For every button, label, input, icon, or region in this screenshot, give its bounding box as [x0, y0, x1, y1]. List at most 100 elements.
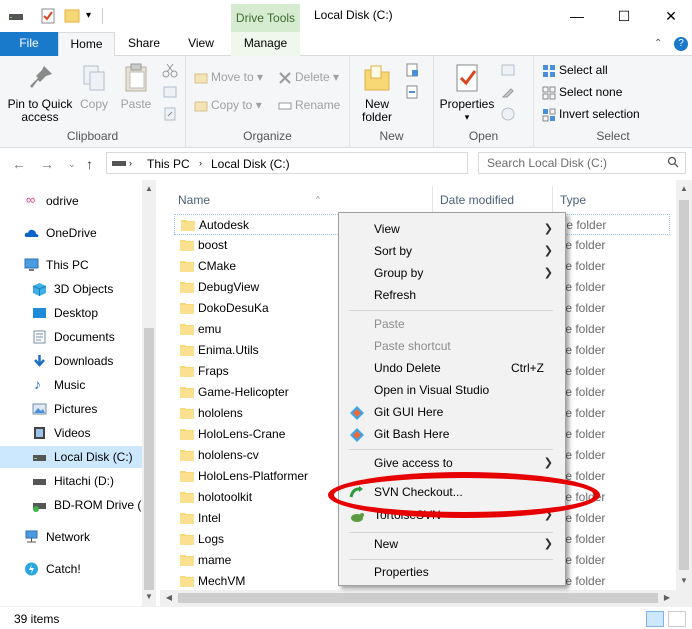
- invert-selection-button[interactable]: Invert selection: [542, 105, 640, 123]
- nav-item-bd-rom[interactable]: BD-ROM Drive (I: [0, 494, 142, 516]
- up-arrow-icon[interactable]: ↑: [86, 156, 93, 172]
- history-icon[interactable]: [500, 106, 516, 122]
- menu-item-undo-delete[interactable]: Undo Delete Ctrl+Z: [341, 357, 563, 379]
- open-icon[interactable]: [500, 62, 516, 78]
- forward-arrow-icon[interactable]: →: [40, 156, 54, 172]
- nav-item-documents[interactable]: Documents: [0, 326, 142, 348]
- paste-shortcut-icon[interactable]: [162, 106, 178, 122]
- menu-item-new[interactable]: New ❯: [341, 533, 563, 555]
- menu-item-properties[interactable]: Properties: [341, 561, 563, 583]
- column-separator[interactable]: [552, 186, 553, 212]
- nav-item-3d-objects[interactable]: 3D Objects: [0, 278, 142, 300]
- tab-share[interactable]: Share: [118, 32, 170, 56]
- menu-item-paste-shortcut[interactable]: Paste shortcut: [341, 335, 563, 357]
- nav-item-music[interactable]: ♪ Music: [0, 374, 142, 396]
- back-arrow-icon[interactable]: ←: [12, 156, 26, 172]
- column-header-date[interactable]: Date modified: [440, 186, 550, 214]
- easy-access-icon[interactable]: [404, 84, 420, 100]
- new-folder-button[interactable]: New folder: [356, 62, 398, 124]
- select-none-button[interactable]: Select none: [542, 83, 622, 101]
- quick-access-dropdown-icon[interactable]: ▾: [86, 8, 102, 24]
- select-all-button[interactable]: Select all: [542, 61, 608, 79]
- nav-item-onedrive[interactable]: OneDrive: [0, 222, 142, 244]
- properties-check-icon[interactable]: [40, 8, 56, 24]
- nav-item-hitachi-d[interactable]: Hitachi (D:): [0, 470, 142, 492]
- menu-item-svn-checkout[interactable]: SVN Checkout...: [341, 481, 563, 503]
- new-item-icon[interactable]: [404, 62, 420, 78]
- horizontal-scroll-thumb[interactable]: [178, 593, 658, 603]
- nav-item-downloads[interactable]: Downloads: [0, 350, 142, 372]
- nav-item-local-disk-c[interactable]: Local Disk (C:): [0, 446, 142, 468]
- large-icons-view-icon[interactable]: [668, 611, 686, 627]
- nav-item-odrive[interactable]: ∞ odrive: [0, 190, 142, 212]
- help-icon[interactable]: ?: [674, 37, 688, 51]
- cut-icon[interactable]: [162, 62, 178, 78]
- maximize-button[interactable]: ☐: [604, 4, 644, 28]
- menu-label: Paste shortcut: [374, 339, 451, 353]
- tab-home[interactable]: Home: [58, 32, 115, 57]
- scroll-up-icon[interactable]: ▲: [677, 182, 691, 196]
- nav-label: Catch!: [46, 562, 81, 576]
- nav-item-pictures[interactable]: Pictures: [0, 398, 142, 420]
- address-input[interactable]: › This PC › Local Disk (C:) ⌄ ↻: [106, 152, 569, 174]
- rename-button[interactable]: Rename: [278, 96, 340, 114]
- breadcrumb-chevron-icon[interactable]: ›: [129, 158, 132, 168]
- menu-item-git-bash[interactable]: Git Bash Here: [341, 423, 563, 445]
- delete-button[interactable]: Delete ▾: [278, 68, 339, 86]
- file-type: ile folder: [560, 406, 606, 420]
- breadcrumb-this-pc[interactable]: This PC: [147, 157, 190, 171]
- nav-scroll-down-icon[interactable]: ▼: [142, 590, 156, 604]
- nav-scroll-thumb[interactable]: [144, 328, 154, 590]
- column-header-type[interactable]: Type: [560, 186, 670, 214]
- menu-item-tortoisesvn[interactable]: TortoiseSVN ❯: [341, 510, 563, 526]
- copy-path-icon[interactable]: [162, 84, 178, 100]
- collapse-ribbon-icon[interactable]: ⌃: [654, 38, 662, 49]
- drive-icon[interactable]: [8, 8, 24, 24]
- menu-item-refresh[interactable]: Refresh: [341, 284, 563, 306]
- nav-item-desktop[interactable]: Desktop: [0, 302, 142, 324]
- nav-item-videos[interactable]: Videos: [0, 422, 142, 444]
- column-header-name[interactable]: Name ^: [178, 186, 434, 214]
- menu-item-git-gui[interactable]: Git GUI Here: [341, 401, 563, 423]
- open-group: Properties ▾ Open: [434, 56, 534, 148]
- scroll-left-icon[interactable]: ◀: [162, 591, 176, 605]
- file-name: DebugView: [198, 280, 260, 294]
- copy-button[interactable]: Copy: [74, 62, 114, 111]
- new-folder-icon[interactable]: [64, 8, 80, 24]
- nav-scroll-up-icon[interactable]: ▲: [142, 182, 156, 196]
- tab-file[interactable]: File: [0, 32, 58, 56]
- horizontal-scrollbar[interactable]: ◀ ▶: [160, 590, 692, 606]
- scroll-down-icon[interactable]: ▼: [677, 574, 691, 588]
- close-button[interactable]: ✕: [651, 4, 691, 28]
- menu-item-paste[interactable]: Paste: [341, 313, 563, 335]
- menu-item-open-in-visual-studio[interactable]: Open in Visual Studio: [341, 379, 563, 401]
- details-view-icon[interactable]: [646, 611, 664, 627]
- recent-locations-chevron-icon[interactable]: ⌄: [68, 159, 76, 170]
- breadcrumb-local-disk[interactable]: Local Disk (C:): [211, 157, 290, 171]
- paste-button[interactable]: Paste: [116, 62, 156, 111]
- edit-icon[interactable]: [500, 84, 516, 100]
- column-separator[interactable]: [432, 186, 433, 212]
- breadcrumb-separator-icon[interactable]: ›: [199, 158, 202, 168]
- tab-manage[interactable]: Manage: [231, 32, 300, 56]
- pin-to-quick-access-button[interactable]: Pin to Quick access: [4, 62, 76, 124]
- video-icon: [34, 427, 45, 439]
- menu-item-give-access[interactable]: Give access to ❯: [341, 452, 563, 474]
- minimize-button[interactable]: —: [557, 4, 597, 28]
- menu-item-group-by[interactable]: Group by ❯: [341, 262, 563, 284]
- move-to-button[interactable]: Move to ▾: [194, 68, 263, 86]
- search-input[interactable]: Search Local Disk (C:): [478, 152, 686, 174]
- menu-item-view[interactable]: View ❯: [341, 218, 563, 240]
- tab-view[interactable]: View: [175, 32, 227, 56]
- scroll-right-icon[interactable]: ▶: [660, 591, 674, 605]
- file-list-scrollbar[interactable]: ▲ ▼: [676, 180, 692, 590]
- menu-item-sort-by[interactable]: Sort by ❯: [341, 240, 563, 262]
- nav-item-this-pc[interactable]: This PC: [0, 254, 142, 276]
- file-list-scroll-thumb[interactable]: [679, 200, 689, 570]
- copy-to-button[interactable]: Copy to ▾: [194, 96, 262, 114]
- copy-label: Copy: [79, 97, 108, 111]
- nav-item-network[interactable]: Network: [0, 526, 142, 548]
- properties-button[interactable]: Properties ▾: [438, 62, 496, 124]
- nav-item-catch[interactable]: Catch!: [0, 558, 142, 580]
- nav-scrollbar[interactable]: ▲ ▼: [142, 180, 156, 606]
